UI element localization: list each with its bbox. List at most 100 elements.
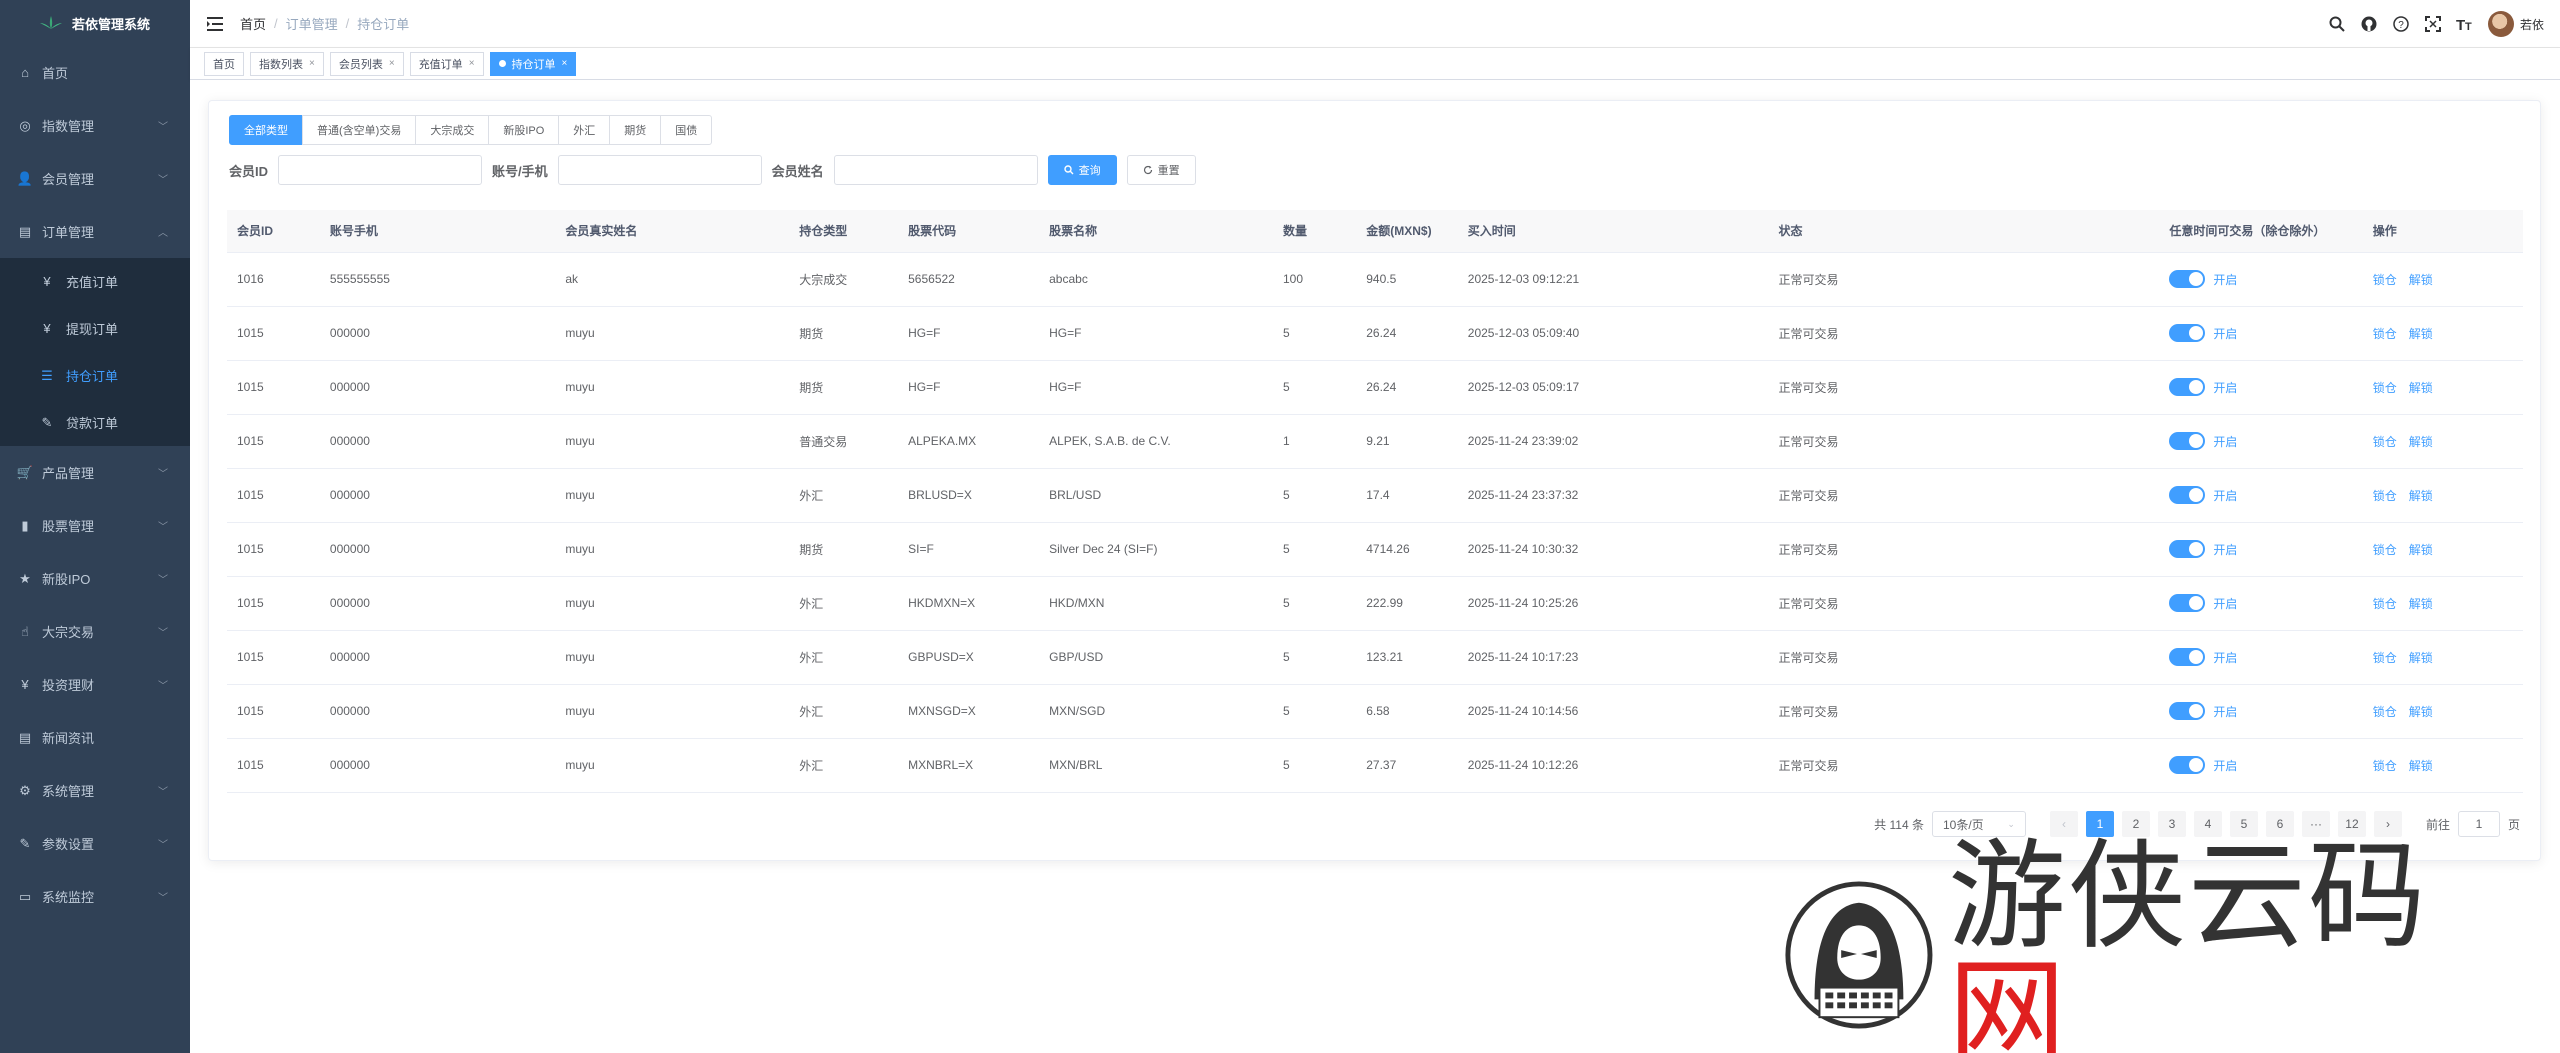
- lock-button[interactable]: 锁仓: [2373, 651, 2397, 665]
- type-tab-3[interactable]: 新股IPO: [488, 115, 560, 145]
- help-icon[interactable]: ?: [2392, 15, 2410, 33]
- sidebar-subitem-3[interactable]: ✎ 贷款订单: [0, 399, 190, 446]
- sidebar-subitem-1[interactable]: ¥ 提现订单: [0, 305, 190, 352]
- sidebar-menu: ⌂ 首页 ◎ 指数管理 ﹀ 👤 会员管理 ﹀ ▤ 订单管理 ︿ ¥ 充值订单 ¥ 提现订单 ☰ 持仓订单 ✎ 贷款订…: [0, 46, 190, 923]
- unlock-button[interactable]: 解锁: [2409, 435, 2433, 449]
- refresh-icon: [1143, 165, 1152, 175]
- column-header: 账号手机: [319, 210, 556, 253]
- sidebar-item-3[interactable]: ▤ 订单管理 ︿: [0, 205, 190, 258]
- table-cell: 2025-11-24 23:39:02: [1457, 414, 1769, 469]
- order-icon: ▤: [18, 223, 32, 239]
- table-cell: 1015: [227, 630, 320, 685]
- sidebar-subitem-0[interactable]: ¥ 充值订单: [0, 258, 190, 305]
- sidebar-item-6[interactable]: ★ 新股IPO ﹀: [0, 552, 190, 605]
- table-cell: 000000: [319, 738, 556, 793]
- sidebar-item-9[interactable]: ▤ 新闻资讯: [0, 711, 190, 764]
- sidebar-item-11[interactable]: ✎ 参数设置 ﹀: [0, 817, 190, 870]
- type-tab-0[interactable]: 全部类型: [229, 115, 303, 145]
- trade-anytime-switch[interactable]: [2169, 378, 2206, 396]
- gear-icon: ⚙: [19, 782, 31, 798]
- sidebar-item-12[interactable]: ▭ 系统监控 ﹀: [0, 870, 190, 923]
- lock-button[interactable]: 锁仓: [2373, 759, 2397, 773]
- close-icon[interactable]: ×: [389, 58, 395, 69]
- lock-button[interactable]: 锁仓: [2373, 597, 2397, 611]
- font-size-icon[interactable]: TT: [2456, 15, 2474, 33]
- lock-button[interactable]: 锁仓: [2373, 273, 2397, 287]
- unlock-button[interactable]: 解锁: [2409, 651, 2433, 665]
- trade-anytime-switch[interactable]: [2169, 648, 2206, 666]
- username[interactable]: 若依: [2520, 16, 2544, 33]
- avatar[interactable]: [2487, 11, 2514, 37]
- type-tab-6[interactable]: 国债: [660, 115, 713, 145]
- trade-anytime-switch[interactable]: [2169, 756, 2206, 774]
- github-icon[interactable]: [2360, 15, 2378, 33]
- lock-button[interactable]: 锁仓: [2373, 381, 2397, 395]
- lock-button[interactable]: 锁仓: [2373, 705, 2397, 719]
- user-icon: 👤: [16, 170, 34, 186]
- lock-button[interactable]: 锁仓: [2373, 435, 2397, 449]
- unlock-button[interactable]: 解锁: [2409, 705, 2433, 719]
- close-icon[interactable]: ×: [562, 58, 568, 69]
- sidebar-item-5[interactable]: ▮ 股票管理 ﹀: [0, 499, 190, 552]
- table-cell: 期货: [789, 522, 899, 577]
- table-cell: 5: [1272, 738, 1357, 793]
- breadcrumb-home[interactable]: 首页: [240, 14, 266, 33]
- unlock-button[interactable]: 解锁: [2409, 597, 2433, 611]
- unlock-button[interactable]: 解锁: [2409, 381, 2433, 395]
- trade-anytime-switch[interactable]: [2169, 594, 2206, 612]
- member-id-input[interactable]: [278, 155, 483, 185]
- table-row: 1015 000000 muyu 外汇 HKDMXN=X HKD/MXN 5 222.99 20…: [227, 576, 2523, 631]
- tag-1[interactable]: 指数列表 ×: [250, 51, 324, 76]
- account-input[interactable]: [557, 155, 762, 185]
- close-icon[interactable]: ×: [309, 58, 315, 69]
- goto-page-input[interactable]: 1: [2457, 811, 2500, 837]
- trade-anytime-switch[interactable]: [2169, 270, 2206, 288]
- lock-button[interactable]: 锁仓: [2373, 489, 2397, 503]
- table-row: 1015 000000 muyu 普通交易 ALPEKA.MX ALPEK, S.A.B.…: [227, 414, 2523, 469]
- hacker-logo-icon: [1785, 881, 1933, 1029]
- trade-anytime-switch[interactable]: [2169, 540, 2206, 558]
- type-tab-4[interactable]: 外汇: [558, 115, 611, 145]
- table-cell: MXNBRL=X: [898, 738, 1040, 793]
- table-cell: 555555555: [319, 252, 556, 307]
- lock-button[interactable]: 锁仓: [2373, 543, 2397, 557]
- sidebar-subitem-2[interactable]: ☰ 持仓订单: [0, 352, 190, 399]
- trade-anytime-switch[interactable]: [2169, 702, 2206, 720]
- unlock-button[interactable]: 解锁: [2409, 543, 2433, 557]
- unlock-button[interactable]: 解锁: [2409, 327, 2433, 341]
- thumb-icon: ☝: [21, 623, 29, 639]
- app-logo[interactable]: 若依管理系统: [0, 0, 190, 46]
- search-icon[interactable]: [2328, 15, 2346, 33]
- close-icon[interactable]: ×: [469, 58, 475, 69]
- sidebar-item-8[interactable]: ¥ 投资理财 ﹀: [0, 658, 190, 711]
- tag-3[interactable]: 充值订单 ×: [409, 51, 484, 76]
- type-tab-1[interactable]: 普通(含空单)交易: [302, 115, 417, 145]
- member-name-input[interactable]: [833, 155, 1038, 185]
- table-cell: 5: [1272, 468, 1357, 523]
- hamburger-icon[interactable]: [204, 13, 226, 35]
- tag-0[interactable]: 首页: [204, 51, 244, 76]
- trade-anytime-switch[interactable]: [2169, 324, 2206, 342]
- search-button[interactable]: 查询: [1047, 155, 1117, 185]
- lock-button[interactable]: 锁仓: [2373, 327, 2397, 341]
- unlock-button[interactable]: 解锁: [2409, 759, 2433, 773]
- fullscreen-icon[interactable]: [2424, 15, 2442, 33]
- trade-anytime-switch[interactable]: [2169, 432, 2206, 450]
- type-tab-5[interactable]: 期货: [609, 115, 662, 145]
- tag-2[interactable]: 会员列表 ×: [329, 51, 404, 76]
- sidebar-item-4[interactable]: 🛒 产品管理 ﹀: [0, 446, 190, 499]
- sidebar-item-0[interactable]: ⌂ 首页: [0, 46, 190, 99]
- goto-label: 前往: [2425, 817, 2450, 832]
- sidebar-item-7[interactable]: ☝ 大宗交易 ﹀: [0, 605, 190, 658]
- sidebar-item-10[interactable]: ⚙ 系统管理 ﹀: [0, 764, 190, 817]
- sidebar-item-1[interactable]: ◎ 指数管理 ﹀: [0, 99, 190, 152]
- reset-button[interactable]: 重置: [1126, 155, 1196, 185]
- type-tab-2[interactable]: 大宗成交: [415, 115, 490, 145]
- table-row: 1015 000000 muyu 期货 HG=F HG=F 5 26.24 2025-12-03…: [227, 306, 2523, 361]
- unlock-button[interactable]: 解锁: [2409, 489, 2433, 503]
- trade-anytime-switch[interactable]: [2169, 486, 2206, 504]
- sidebar-item-2[interactable]: 👤 会员管理 ﹀: [0, 152, 190, 205]
- tag-4[interactable]: 持仓订单 ×: [489, 51, 577, 76]
- yen-icon: ¥: [43, 274, 51, 289]
- unlock-button[interactable]: 解锁: [2409, 273, 2433, 287]
